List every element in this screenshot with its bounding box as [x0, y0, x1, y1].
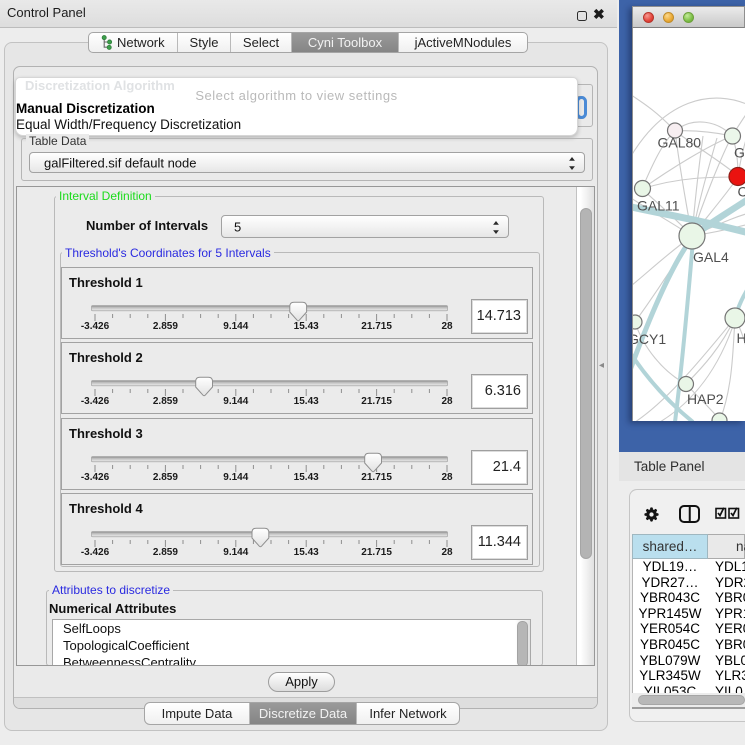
svg-text:GCY1: GCY1	[633, 331, 666, 347]
svg-text:GAL80: GAL80	[658, 135, 702, 151]
svg-text:CY: CY	[738, 184, 745, 200]
svg-text:GAL4: GAL4	[693, 249, 729, 265]
svg-text:H: H	[737, 330, 745, 346]
svg-text:HAP2: HAP2	[687, 391, 724, 407]
svg-text:GAL11: GAL11	[637, 198, 680, 214]
svg-text:GA: GA	[734, 145, 745, 161]
